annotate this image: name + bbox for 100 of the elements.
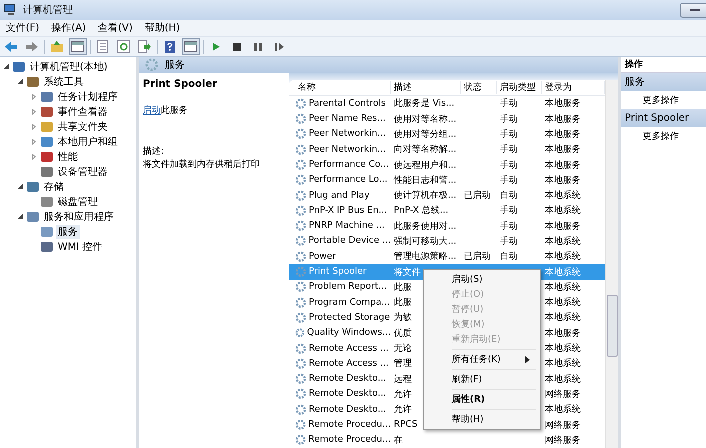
tree-item[interactable]: 系统工具	[42, 74, 86, 88]
pane-button[interactable]	[69, 38, 87, 55]
export-button[interactable]	[136, 38, 154, 55]
menu-item[interactable]: 操作(A)	[52, 21, 86, 35]
service-name: Print Spooler	[143, 79, 218, 90]
table-cell[interactable]: Problem Report...	[309, 282, 388, 292]
table-cell[interactable]: Remote Deskto...	[309, 389, 386, 400]
expand-arrow-icon[interactable]	[32, 124, 36, 130]
gear-icon	[295, 190, 307, 202]
table-cell[interactable]: Protected Storage	[309, 312, 390, 323]
tree-item[interactable]: 共享文件夹	[56, 120, 110, 134]
tree-item[interactable]: 磁盘管理	[56, 194, 100, 208]
expand-arrow-icon[interactable]	[32, 94, 36, 100]
tree-item[interactable]: 本地用户和组	[56, 134, 120, 148]
table-cell[interactable]: PnP-X IP Bus En...	[309, 206, 388, 216]
table-cell: 使用对等分组...	[394, 130, 457, 140]
list-icon	[96, 40, 110, 54]
table-cell: 为敏	[394, 313, 412, 324]
menu-item[interactable]: 帮助(H)	[144, 21, 180, 35]
gear-icon	[295, 434, 307, 446]
tree-node-icon	[26, 210, 40, 224]
table-cell: 本地系统	[545, 298, 581, 308]
menu-item[interactable]: 所有任务(K)	[426, 352, 538, 368]
minimize-button[interactable]	[680, 2, 706, 18]
table-cell[interactable]: Performance Co...	[309, 160, 390, 170]
menu-item[interactable]: 刷新(F)	[426, 372, 538, 388]
gear-icon	[295, 159, 307, 171]
table-cell[interactable]: Quality Windows...	[307, 328, 391, 338]
tree-item[interactable]: 存储	[42, 180, 66, 194]
table-cell[interactable]: Peer Name Res...	[309, 114, 386, 124]
table-cell[interactable]: Peer Networkin...	[309, 144, 386, 155]
table-cell: 本地服务	[545, 114, 581, 125]
table-cell[interactable]: Parental Controls	[309, 98, 386, 109]
menu-item[interactable]: 帮助(H)	[426, 412, 538, 428]
collapse-arrow-icon[interactable]	[4, 64, 8, 69]
table-cell: 本地系统	[545, 236, 581, 247]
table-cell: 本地系统	[545, 191, 581, 202]
table-cell[interactable]: Remote Deskto...	[309, 374, 386, 384]
table-cell: 此服	[394, 298, 412, 308]
tree-item[interactable]: WMI 控件	[56, 240, 105, 254]
table-cell[interactable]: Portable Device ...	[308, 236, 391, 246]
tree-item[interactable]: 事件查看器	[56, 104, 110, 118]
table-cell[interactable]: Remote Procedu...	[308, 435, 391, 446]
menu-item[interactable]: 启动(S)	[426, 272, 538, 288]
table-cell[interactable]: Remote Deskto...	[309, 404, 386, 415]
collapse-arrow-icon[interactable]	[18, 214, 22, 219]
expand-arrow-icon[interactable]	[32, 138, 36, 144]
table-cell[interactable]: Program Compa...	[309, 298, 390, 308]
expand-arrow-icon[interactable]	[32, 108, 36, 114]
gear-icon	[295, 358, 307, 370]
scrollbar[interactable]	[605, 80, 618, 448]
table-cell[interactable]: Remote Access ...	[309, 358, 389, 369]
table-cell: 在	[394, 436, 403, 446]
table-cell: 此服务是 Vis...	[394, 99, 455, 110]
table-cell: 允许	[394, 390, 412, 400]
action-link[interactable]: 更多操作	[621, 91, 706, 109]
panel-title: 服务	[165, 59, 185, 72]
menu-item[interactable]: 属性(R)	[426, 392, 538, 408]
gear-icon	[295, 98, 307, 110]
menu-item[interactable]: 查看(V)	[98, 21, 133, 35]
tree-item[interactable]: 设备管理器	[56, 164, 110, 178]
column-header[interactable]: 描述	[391, 81, 461, 94]
collapse-arrow-icon[interactable]	[18, 79, 22, 84]
actions-section-header[interactable]: Print Spooler	[621, 109, 706, 127]
tree-item[interactable]: 计算机管理(本地)	[28, 60, 110, 74]
help-icon	[163, 40, 177, 54]
gear-icon	[295, 388, 307, 400]
action-link[interactable]: 更多操作	[621, 127, 706, 145]
start-link[interactable]: 启动	[143, 106, 161, 116]
table-cell[interactable]: PNRP Machine ...	[309, 221, 385, 232]
table-cell[interactable]: Plug and Play	[309, 190, 370, 201]
gear-icon	[295, 204, 307, 217]
column-header[interactable]: 启动类型	[497, 81, 542, 94]
tree-item[interactable]: 服务	[56, 224, 80, 238]
column-header[interactable]: 状态	[461, 81, 497, 94]
tree-item[interactable]: 任务计划程序	[56, 90, 120, 104]
table-cell: 允许	[394, 405, 412, 416]
menu-item[interactable]: 文件(F)	[6, 21, 40, 35]
back-icon	[4, 40, 18, 54]
table-cell[interactable]: Power	[309, 252, 336, 262]
tree-item[interactable]: 性能	[56, 150, 80, 164]
table-cell: 使远程用户和...	[394, 160, 457, 170]
table-cell[interactable]: Remote Access ...	[309, 344, 389, 354]
gear-icon	[295, 128, 307, 140]
table-cell: 本地系统	[545, 206, 581, 216]
tree-item[interactable]: 服务和应用程序	[42, 210, 116, 224]
table-cell[interactable]: Peer Networkin...	[309, 129, 386, 140]
refresh-button[interactable]	[115, 38, 133, 55]
actions-section-header[interactable]: 服务	[621, 73, 706, 91]
column-header[interactable]: 名称	[295, 81, 391, 94]
table-cell: 远程	[394, 374, 412, 385]
table-cell: 手动	[500, 222, 518, 232]
expand-arrow-icon[interactable]	[32, 154, 36, 160]
tree-node-icon	[40, 120, 54, 134]
collapse-arrow-icon[interactable]	[18, 184, 22, 189]
tree-node-icon	[40, 164, 54, 178]
table-cell[interactable]: Performance Lo...	[309, 175, 388, 186]
table-cell[interactable]: Remote Procedu...	[308, 420, 391, 430]
pane-button[interactable]	[182, 38, 200, 55]
pane-icon	[184, 40, 198, 54]
